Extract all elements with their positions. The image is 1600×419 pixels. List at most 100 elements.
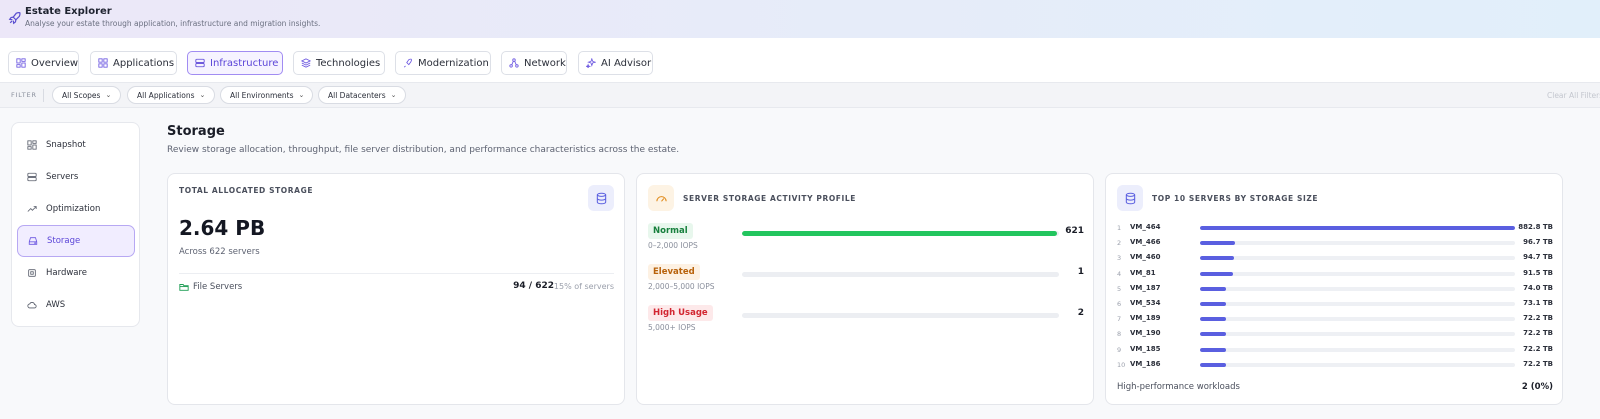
server-bar-track (1200, 302, 1515, 306)
sidebar-item-hardware[interactable]: Hardware (17, 257, 135, 289)
server-row: 6 VM_534 73.1 TB (1117, 299, 1553, 311)
server-size: 882.8 TB (1518, 223, 1553, 231)
clear-all-filters-button[interactable]: Clear All Filters (1547, 91, 1600, 100)
server-bar-fill (1200, 286, 1227, 291)
sidebar-item-label: Hardware (46, 268, 88, 278)
server-bar-fill (1200, 271, 1233, 276)
filter-environments[interactable]: All Environments ⌄ (220, 86, 313, 104)
sidebar-item-label: Storage (47, 236, 81, 246)
server-bar-track (1200, 347, 1515, 352)
pill-label: All Scopes (62, 90, 101, 100)
tab-label: Network (524, 57, 566, 69)
file-servers-count: 94 / 622 (513, 281, 554, 291)
total-storage-value: 2.64 PB (179, 216, 266, 240)
activity-bar-fill (742, 272, 743, 277)
sidebar-item-label: AWS (46, 300, 66, 310)
activity-badge: Normal (648, 223, 693, 239)
server-name: VM_187 (1130, 283, 1161, 292)
server-row: 5 VM_187 74.0 TB (1117, 284, 1553, 296)
server-size: 94.7 TB (1523, 253, 1553, 262)
server-rank: 8 (1117, 330, 1122, 339)
tab-label: Overview (31, 57, 79, 69)
chevron-down-icon: ⌄ (199, 91, 206, 99)
file-servers-percent: 15% of servers (553, 282, 614, 291)
sidebar-item-label: Servers (46, 172, 79, 182)
server-row: 1 VM_464 882.8 TB (1117, 223, 1553, 235)
sidebar-item-label: Optimization (46, 204, 101, 214)
server-bar-track (1200, 241, 1515, 246)
server-bar-fill (1200, 241, 1235, 246)
server-name: VM_460 (1130, 253, 1161, 262)
sparkles-icon (586, 58, 596, 68)
tab-overview[interactable]: Overview (8, 51, 79, 75)
tab-applications[interactable]: Applications (90, 51, 177, 75)
tab-modernization[interactable]: Modernization (395, 51, 491, 75)
filter-applications[interactable]: All Applications ⌄ (127, 86, 215, 104)
activity-count: 2 (1077, 308, 1084, 318)
sidebar-item-snapshot[interactable]: Snapshot (17, 129, 135, 161)
high-performance-value: 2 (0%) (1521, 382, 1553, 392)
rocket-icon (8, 12, 21, 25)
cpu-icon (28, 269, 36, 277)
page-description: Review storage allocation, throughput, f… (167, 145, 680, 155)
high-performance-label: High-performance workloads (1117, 382, 1240, 392)
server-row: 4 VM_81 91.5 TB (1117, 269, 1553, 281)
tab-network[interactable]: Network (501, 51, 567, 75)
rocket-icon (403, 58, 412, 68)
tab-label: Infrastructure (210, 57, 279, 69)
sidebar-item-label: Snapshot (46, 140, 86, 150)
server-row: 2 VM_466 96.7 TB (1117, 238, 1553, 250)
sidebar-item-optimization[interactable]: Optimization (17, 193, 135, 225)
top-servers-card: TOP 10 SERVERS BY STORAGE SIZE 1 VM_464 88… (1105, 173, 1563, 405)
network-icon (509, 58, 519, 68)
server-rank: 1 (1117, 224, 1122, 232)
server-rank: 9 (1117, 345, 1122, 354)
database-icon-box (588, 185, 614, 211)
chevron-down-icon: ⌄ (298, 91, 305, 99)
tab-infrastructure[interactable]: Infrastructure (187, 51, 283, 75)
server-row: 8 VM_190 72.2 TB (1117, 329, 1553, 341)
server-name: VM_185 (1130, 344, 1161, 353)
chevron-down-icon: ⌄ (105, 91, 112, 99)
server-name: VM_534 (1130, 299, 1161, 307)
server-name: VM_189 (1130, 314, 1161, 323)
server-name: VM_190 (1130, 329, 1161, 338)
activity-badge: Elevated (648, 264, 700, 280)
server-icon (195, 58, 205, 68)
server-row: 7 VM_189 72.2 TB (1117, 314, 1553, 326)
server-size: 72.2 TB (1523, 314, 1553, 323)
tab-label: Technologies (316, 57, 381, 69)
server-bar-track (1200, 256, 1515, 261)
server-size: 96.7 TB (1523, 238, 1553, 247)
dashboard-icon (27, 140, 37, 150)
pill-label: All Environments (230, 90, 294, 100)
server-rank: 2 (1117, 239, 1122, 248)
total-storage-card: TOTAL ALLOCATED STORAGE 2.64 PB Across 6… (167, 173, 625, 405)
app-header: Estate Explorer Analyse your estate thro… (0, 0, 1600, 38)
high-performance-row: High-performance workloads 2 (0%) (1117, 382, 1553, 392)
tab-label: Modernization (418, 57, 489, 69)
chevron-down-icon: ⌄ (390, 91, 397, 99)
server-bar-fill (1200, 226, 1515, 230)
tab-label: Applications (113, 57, 175, 69)
activity-row-normal: Normal 0–2,000 IOPS 621 (648, 223, 1084, 255)
activity-range: 0–2,000 IOPS (648, 241, 698, 250)
app-subtitle: Analyse your estate through application,… (25, 19, 321, 28)
folder-icon (179, 284, 189, 291)
sidebar-item-aws[interactable]: AWS (17, 289, 135, 321)
tab-ai-advisor[interactable]: AI Advisor (578, 51, 653, 75)
filter-bar: FILTER All Scopes ⌄ All Applications ⌄ All… (0, 82, 1600, 108)
layout-icon (16, 58, 26, 68)
filter-datacenters[interactable]: All Datacenters ⌄ (318, 86, 406, 104)
tab-technologies[interactable]: Technologies (293, 51, 385, 75)
server-size: 74.0 TB (1523, 283, 1553, 292)
sidebar-item-storage[interactable]: Storage (17, 225, 135, 257)
server-bar-fill (1200, 302, 1227, 306)
sidebar-item-servers[interactable]: Servers (17, 161, 135, 193)
server-bar-track (1200, 286, 1515, 291)
filter-scopes[interactable]: All Scopes ⌄ (52, 86, 121, 104)
server-row: 3 VM_460 94.7 TB (1117, 253, 1553, 265)
server-rank: 4 (1117, 269, 1122, 278)
card-label: TOP 10 SERVERS BY STORAGE SIZE (1152, 194, 1319, 203)
drive-icon (28, 237, 38, 245)
